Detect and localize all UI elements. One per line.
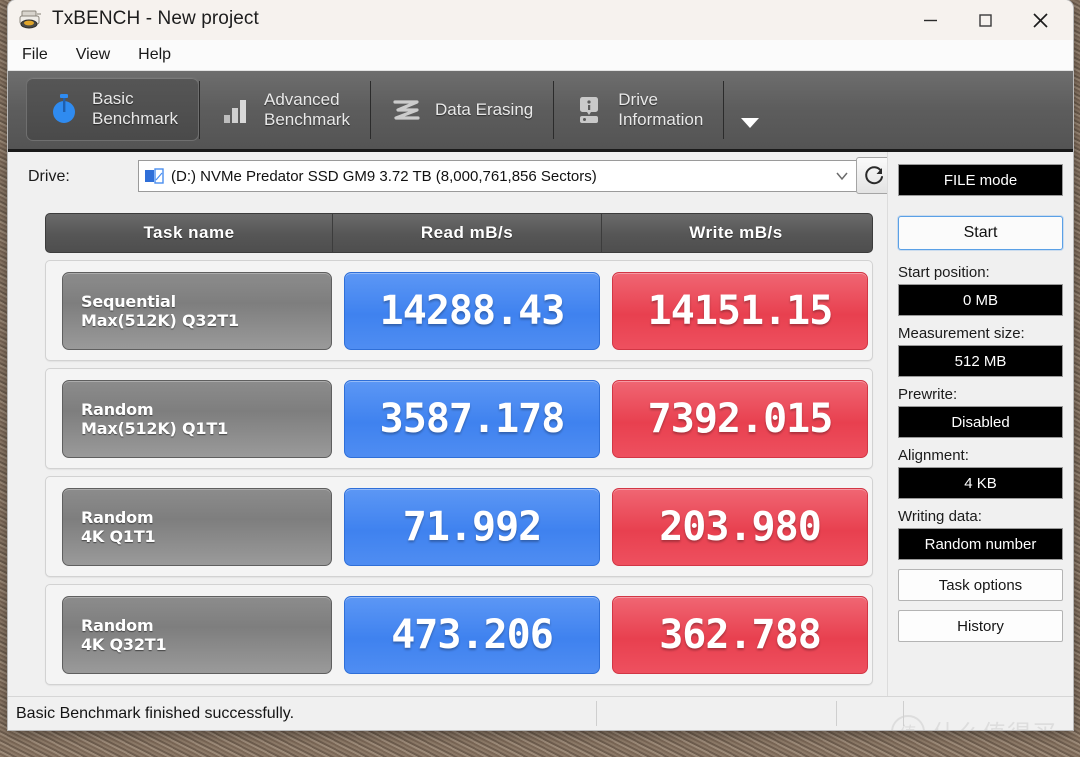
tab-strip: Basic Benchmark Advanced Benchmark Data … (8, 71, 1073, 152)
tab-data-erasing[interactable]: Data Erasing (369, 71, 553, 149)
start-button[interactable]: Start (898, 216, 1063, 250)
read-value-chip: 473.206 (344, 595, 600, 674)
eraser-wave-icon (390, 93, 424, 127)
write-value: 362.788 (659, 611, 822, 658)
bar-chart-icon (219, 93, 253, 127)
watermark: 值 什么值得买 (891, 714, 1057, 730)
tab-advanced-benchmark-label: Advanced Benchmark (264, 90, 350, 130)
title-bar: TxBENCH - New project (8, 0, 1073, 40)
minimize-icon[interactable] (907, 0, 953, 40)
table-row: Random Max(512K) Q1T1 3587.178 7392.015 (45, 368, 873, 469)
task-name-line2: Max(512K) Q32T1 (81, 310, 239, 330)
benchmark-results-table: Task name Read mB/s Write mB/s Sequentia… (45, 213, 873, 685)
watermark-text: 什么值得买 (932, 714, 1057, 730)
read-value: 14288.43 (379, 287, 566, 334)
write-value-chip: 203.980 (612, 487, 868, 566)
tab-basic-line1: Basic (92, 89, 134, 108)
task-button[interactable]: Random 4K Q1T1 (62, 487, 332, 566)
write-value: 14151.15 (647, 287, 834, 334)
read-value-chip: 71.992 (344, 487, 600, 566)
column-header-write: Write mB/s (601, 214, 870, 252)
menu-bar: File View Help (8, 40, 1073, 71)
chevron-down-icon[interactable] (835, 169, 849, 188)
disk-icon (145, 168, 164, 184)
tab-advanced-line1: Advanced (263, 90, 340, 109)
watermark-badge: 值 (891, 714, 925, 730)
settings-sidebar: FILE mode Start Start position: 0 MB Mea… (887, 152, 1073, 730)
tab-basic-benchmark-label: Basic Benchmark (92, 89, 178, 129)
table-header-row: Task name Read mB/s Write mB/s (45, 213, 873, 253)
tab-drive-information[interactable]: Drive Information (553, 71, 723, 149)
stopwatch-icon (47, 92, 81, 126)
table-row: Random 4K Q1T1 71.992 203.980 (45, 476, 873, 577)
measurement-size-label: Measurement size: (898, 325, 1025, 342)
status-divider (836, 701, 837, 726)
task-name-line2: 4K Q1T1 (81, 526, 156, 546)
read-value: 71.992 (402, 503, 542, 550)
main-content: Drive: (D:) NVMe Predator SSD GM9 3.72 T… (8, 152, 1073, 730)
tab-advanced-benchmark[interactable]: Advanced Benchmark (198, 71, 370, 149)
column-header-task-name: Task name (143, 223, 235, 242)
task-button[interactable]: Random 4K Q32T1 (62, 595, 332, 674)
read-value-chip: 14288.43 (344, 271, 600, 350)
drive-info-icon (573, 93, 607, 127)
table-row: Sequential Max(512K) Q32T1 14288.43 1415… (45, 260, 873, 361)
drive-select[interactable]: (D:) NVMe Predator SSD GM9 3.72 TB (8,00… (138, 160, 858, 192)
task-name-line2: Max(512K) Q1T1 (81, 418, 229, 438)
history-button[interactable]: History (898, 610, 1063, 642)
drive-label: Drive: (28, 168, 70, 185)
task-options-button[interactable]: Task options (898, 569, 1063, 601)
tab-advanced-line2: Benchmark (263, 110, 350, 129)
write-value-chip: 7392.015 (612, 379, 868, 458)
read-value-chip: 3587.178 (344, 379, 600, 458)
alignment-value[interactable]: 4 KB (898, 467, 1063, 499)
drive-value: (D:) NVMe Predator SSD GM9 3.72 TB (8,00… (171, 167, 597, 185)
printer-icon (18, 9, 42, 30)
tab-basic-line2: Benchmark (92, 109, 178, 128)
write-value-chip: 362.788 (612, 595, 868, 674)
status-divider (596, 701, 597, 726)
read-value: 473.206 (391, 611, 554, 658)
tab-data-erasing-label: Data Erasing (434, 100, 534, 119)
start-position-label: Start position: (898, 264, 990, 281)
menu-item-view[interactable]: View (76, 46, 110, 64)
task-name-line2: 4K Q32T1 (81, 634, 167, 654)
column-header-read: Read mB/s (332, 214, 601, 252)
tab-drive-line2: Information (618, 110, 704, 129)
status-message: Basic Benchmark finished successfully. (16, 704, 295, 722)
tab-basic-benchmark[interactable]: Basic Benchmark (26, 77, 199, 141)
close-icon[interactable] (1017, 0, 1063, 40)
writing-data-value[interactable]: Random number (898, 528, 1063, 560)
prewrite-value[interactable]: Disabled (898, 406, 1063, 438)
application-window: TxBENCH - New project File View Help Bas… (8, 0, 1073, 730)
task-name-line1: Random (81, 507, 154, 527)
window-title: TxBENCH - New project (52, 8, 259, 29)
tab-overflow-button[interactable] (723, 71, 761, 149)
start-position-value[interactable]: 0 MB (898, 284, 1063, 316)
tab-drive-line1: Drive (618, 90, 658, 109)
task-name-line1: Random (81, 615, 154, 635)
maximize-icon[interactable] (962, 0, 1008, 40)
tab-drive-information-label: Drive Information (618, 90, 703, 130)
file-mode-display[interactable]: FILE mode (898, 164, 1063, 196)
table-row: Random 4K Q32T1 473.206 362.788 (45, 584, 873, 685)
prewrite-label: Prewrite: (898, 386, 958, 403)
task-name-line1: Random (81, 399, 154, 419)
write-value: 7392.015 (647, 395, 834, 442)
task-name-line1: Sequential (81, 291, 176, 311)
read-value: 3587.178 (379, 395, 566, 442)
measurement-size-value[interactable]: 512 MB (898, 345, 1063, 377)
chevron-down-icon (739, 116, 761, 135)
task-button[interactable]: Sequential Max(512K) Q32T1 (62, 271, 332, 350)
menu-item-file[interactable]: File (22, 46, 48, 64)
writing-data-label: Writing data: (898, 508, 982, 525)
write-value: 203.980 (659, 503, 822, 550)
task-button[interactable]: Random Max(512K) Q1T1 (62, 379, 332, 458)
alignment-label: Alignment: (898, 447, 969, 464)
menu-item-help[interactable]: Help (138, 46, 171, 64)
write-value-chip: 14151.15 (612, 271, 868, 350)
